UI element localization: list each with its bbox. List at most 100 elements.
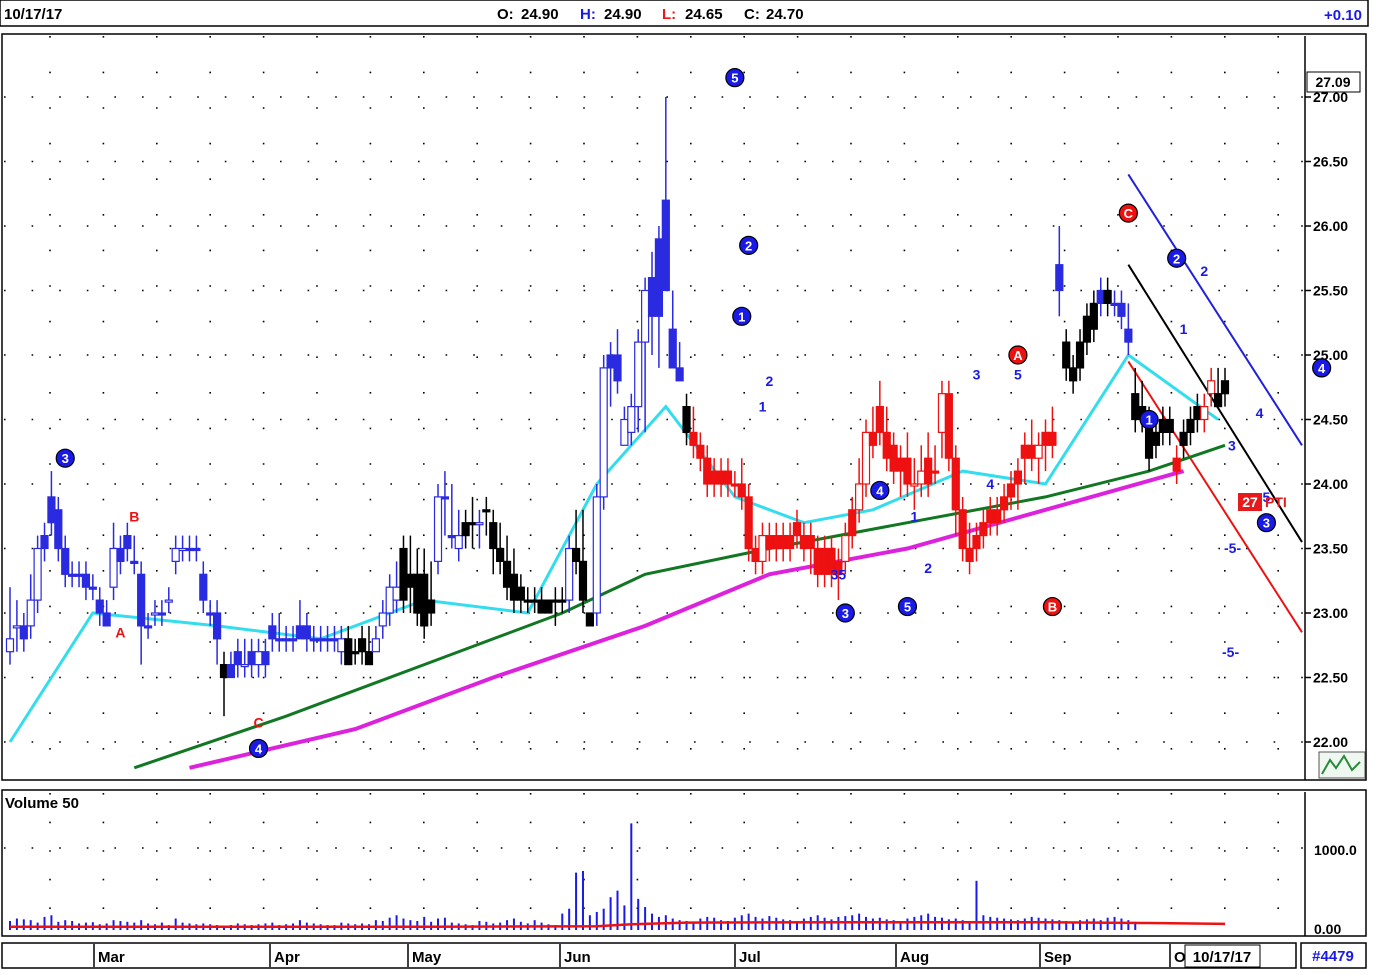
y-tick-label-7: 23.50	[1313, 541, 1348, 557]
close-label: C:	[744, 6, 760, 23]
candle-body-34	[240, 663, 249, 668]
candle-body-141	[979, 522, 988, 537]
candle-body-77	[537, 599, 546, 614]
candle-body-28	[199, 573, 208, 601]
candle-body-3	[26, 599, 35, 627]
candle-body-25	[178, 547, 187, 552]
candle-body-118	[820, 547, 829, 575]
y-tick-label-6: 24.00	[1313, 476, 1348, 492]
candle-body-29	[206, 612, 215, 616]
x-month-label-3: Jun	[564, 949, 591, 966]
wave-ball-text-12: 3	[842, 606, 849, 621]
candle-body-75	[523, 599, 532, 603]
candle-body-143	[993, 509, 1002, 524]
candle-body-53	[371, 638, 380, 653]
x-month-label-4: Jul	[739, 949, 761, 966]
pti-label: PTI	[1265, 494, 1287, 510]
candle-body-94	[654, 238, 664, 317]
candle-body-107	[744, 496, 753, 550]
candle-body-21	[150, 612, 160, 616]
candle-body-73	[509, 573, 519, 601]
wave-text-18: 4	[986, 476, 994, 492]
candle-body-151	[1048, 431, 1057, 446]
candle-body-149	[1034, 444, 1043, 459]
candle-body-57	[399, 547, 408, 601]
candle-body-98	[682, 406, 691, 434]
candle-body-70	[489, 522, 498, 550]
candle-body-159	[1103, 289, 1112, 304]
candle-body-52	[364, 651, 374, 666]
candle-body-41	[288, 638, 298, 642]
candle-body-132	[917, 470, 926, 485]
candle-body-72	[502, 560, 512, 588]
candle-body-104	[723, 470, 733, 485]
wave-text-16: 3	[973, 366, 981, 382]
candle-body-18	[130, 560, 139, 565]
candle-body-79	[551, 599, 560, 603]
current-date-text: 10/17/17	[1193, 949, 1251, 966]
candle-body-64	[447, 534, 456, 539]
candle-body-74	[516, 586, 525, 601]
candle-body-31	[219, 663, 229, 679]
candle-body-14	[102, 612, 111, 627]
y-tick-label-8: 23.00	[1313, 605, 1348, 621]
candle-body-99	[689, 431, 698, 446]
candle-body-147	[1020, 444, 1029, 459]
candle-body-19	[137, 573, 146, 627]
candle-body-125	[868, 431, 878, 446]
candle-body-16	[116, 547, 125, 562]
candle-body-170	[1179, 431, 1188, 446]
candle-body-156	[1082, 315, 1092, 343]
candle-body-56	[392, 586, 401, 601]
wave-text-13: 1	[910, 508, 918, 524]
candle-body-40	[282, 638, 291, 642]
candle-body-62	[433, 496, 443, 562]
wave-text-8: 2	[765, 373, 773, 389]
candle-body-112	[779, 534, 788, 550]
open-value: 24.90	[521, 6, 559, 23]
candle-body-127	[882, 431, 891, 459]
candle-body-155	[1075, 341, 1085, 369]
candle-body-142	[986, 509, 995, 524]
candle-body-157	[1089, 302, 1098, 330]
candle-body-131	[910, 483, 919, 487]
candle-body-111	[772, 534, 781, 550]
header-date: 10/17/17	[4, 6, 62, 23]
x-month-label-1: Apr	[274, 949, 300, 966]
candle-body-8	[61, 547, 70, 575]
candle-body-90	[627, 406, 636, 434]
wave-ball-text-15: 5	[904, 600, 911, 615]
candle-body-44	[309, 638, 318, 642]
candle-body-169	[1172, 457, 1181, 472]
wave-target-2: -5-	[1222, 644, 1239, 660]
candle-body-113	[785, 534, 795, 550]
candle-body-58	[406, 573, 415, 588]
candle-body-135	[937, 393, 947, 434]
candle-body-109	[758, 534, 767, 562]
open-label: O:	[497, 6, 514, 23]
candle-body-146	[1013, 470, 1022, 485]
candle-body-168	[1165, 418, 1174, 433]
candle-body-54	[378, 612, 387, 627]
candle-body-87	[606, 354, 615, 369]
wave-text-23: 2	[1200, 263, 1208, 279]
candle-body-38	[268, 625, 277, 640]
symbol-id: #4479	[1312, 948, 1354, 965]
candle-body-105	[730, 483, 739, 487]
stock-chart: 10/17/17 O: 24.90 H: 24.90 L: 24.65 C: 2…	[0, 0, 1369, 969]
candle-body-45	[316, 638, 325, 642]
candle-body-93	[647, 277, 657, 317]
candle-body-174	[1207, 380, 1216, 395]
candle-body-83	[578, 560, 588, 601]
candle-body-63	[440, 496, 450, 500]
candle-body-48	[337, 638, 346, 653]
candle-body-9	[68, 573, 77, 577]
volume-panel	[1, 789, 1367, 937]
wave-text-14: 2	[924, 560, 932, 576]
candle-body-5	[40, 534, 49, 550]
candle-body-106	[737, 483, 746, 498]
candle-body-4	[33, 547, 42, 601]
candle-body-126	[875, 406, 884, 434]
wave-ball-text-22: 2	[1173, 251, 1180, 266]
candle-body-139	[965, 547, 974, 562]
